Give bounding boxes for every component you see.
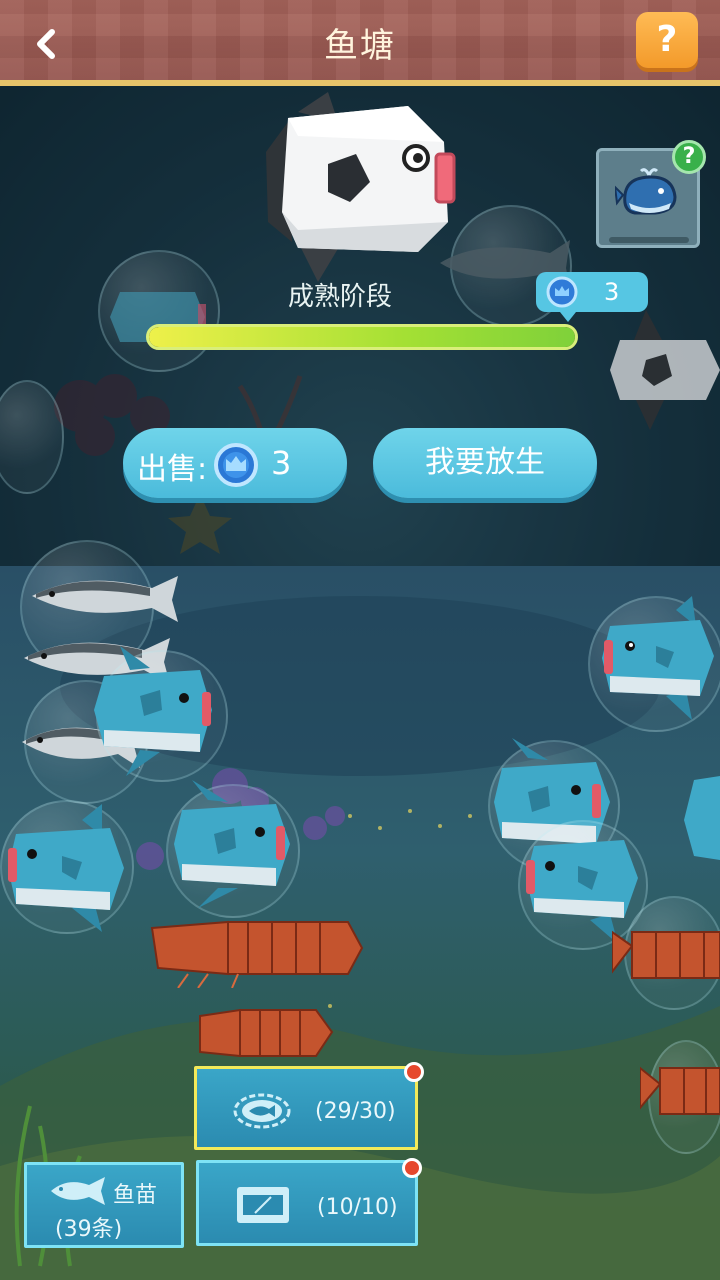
release-button[interactable]: 我要放生 (373, 428, 597, 498)
price-tag: 3 (536, 272, 648, 322)
featured-sunfish-icon (266, 92, 456, 282)
price-tag-value: 3 (604, 278, 620, 306)
growth-stage-label: 成熟阶段 (287, 282, 392, 312)
pond-capacity-button[interactable]: (29/30) (194, 1066, 418, 1150)
sell-button[interactable]: 出售: 3 (123, 428, 347, 498)
shrimp-icon (640, 1066, 720, 1115)
mackerel-icon (32, 576, 178, 622)
help-button[interactable]: ? (636, 12, 698, 68)
collection-progress-bar (609, 237, 689, 243)
fry-button[interactable]: 鱼苗 (39条) (24, 1162, 184, 1248)
whale-help-badge[interactable]: ? (672, 140, 706, 174)
sell-label: 出售: (137, 452, 208, 487)
sell-price: 3 (271, 444, 292, 482)
sunfish-icon (94, 646, 212, 776)
whale-icon (615, 168, 677, 215)
fish-plate-icon (233, 1093, 291, 1129)
fry-label: 鱼苗 (113, 1183, 158, 1208)
notification-dot (402, 1158, 422, 1178)
shrimp-icon (150, 920, 364, 988)
tank-capacity-count: (10/10) (317, 1195, 398, 1220)
sunfish-icon (602, 596, 714, 720)
growth-progress-bar (146, 324, 578, 350)
tank-capacity-button[interactable]: (10/10) (196, 1160, 418, 1246)
sunfish-icon (174, 780, 290, 908)
growth-progress-fill (149, 327, 575, 347)
page-title: 鱼塘 (324, 26, 396, 66)
sunfish-icon (684, 776, 720, 860)
fry-count: (39条) (55, 1217, 123, 1242)
gem-icon (214, 443, 258, 487)
sunfish-icon (8, 804, 124, 932)
notification-dot (404, 1062, 424, 1082)
fish-icon (51, 1177, 105, 1205)
pond-capacity-count: (29/30) (315, 1099, 396, 1124)
sunfish-icon (610, 310, 720, 430)
gem-icon (546, 276, 578, 308)
tank-icon (237, 1187, 289, 1223)
shrimp-icon (199, 1008, 334, 1058)
shrimp-icon (612, 930, 720, 979)
